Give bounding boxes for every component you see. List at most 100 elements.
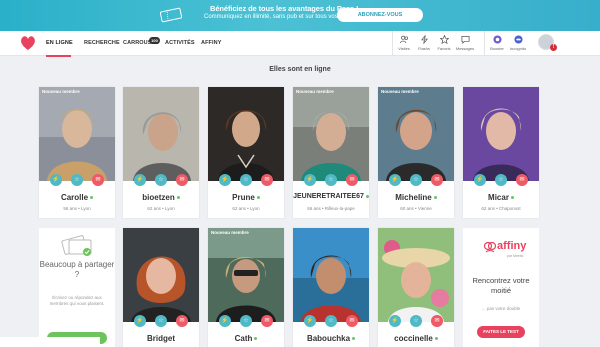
profile-photo[interactable] [378, 228, 454, 322]
online-indicator [434, 337, 438, 341]
profile-card[interactable]: Nouveau membre ⚡ ☆ ✉ Cath [208, 228, 284, 347]
flash-button[interactable]: ⚡ [304, 315, 316, 327]
flash-button[interactable]: ⚡ [304, 174, 316, 186]
flash-button[interactable]: ⚡ [134, 174, 146, 186]
flash-icon [420, 35, 428, 44]
flash-button[interactable]: ⚡ [389, 174, 401, 186]
favorite-button[interactable]: ☆ [410, 174, 422, 186]
toolbar-flashes[interactable]: Flashs [416, 34, 432, 54]
affiny-subtitle: ... pas votre double [481, 306, 521, 311]
online-indicator [352, 337, 356, 341]
favorite-button[interactable]: ☆ [240, 174, 252, 186]
affiny-test-button[interactable]: FAITES LE TEST [477, 326, 525, 338]
banner-subtitle: Communiquez en illimité, sans pub et sur… [204, 14, 360, 20]
favorite-button[interactable]: ☆ [495, 174, 507, 186]
profile-card[interactable]: Nouveau membre ⚡ ☆ ✉ JEUNERETRAITEE67 66 a… [293, 87, 369, 218]
profile-card[interactable]: ⚡ ☆ ✉ bioetzen 62 ans • Lyon [123, 87, 199, 218]
toolbar-messages[interactable]: Messages [456, 34, 474, 54]
profile-card[interactable]: Nouveau membre ⚡ ☆ ✉ Carolle 56 ans • Lyon [39, 87, 115, 218]
profile-name: Cath [208, 334, 284, 343]
tickets-icon [61, 235, 92, 256]
profile-info: 66 ans • Rilleux-la-pape [307, 206, 355, 211]
favorite-button[interactable]: ☆ [325, 315, 337, 327]
profile-photo[interactable] [39, 87, 115, 181]
nav-search[interactable]: RECHERCHE [84, 40, 120, 46]
top-navigation: EN LIGNE RECHERCHE CARROUSEL 100 ACTIVIT… [0, 31, 600, 57]
online-indicator [433, 196, 437, 200]
affiny-logo-text: affiny [497, 240, 527, 252]
nav-online[interactable]: EN LIGNE [46, 40, 73, 46]
online-indicator [90, 196, 94, 200]
profile-name: JEUNERETRAITEE67 [293, 193, 369, 200]
profile-info: 60 ans • Vienne [400, 206, 432, 211]
toolbar-favorites[interactable]: Favoris [436, 34, 452, 54]
online-indicator [256, 196, 260, 200]
profile-name: Carolle [39, 193, 115, 202]
favorite-button[interactable]: ☆ [240, 315, 252, 327]
online-indicator [510, 196, 514, 200]
favorite-button[interactable]: ☆ [410, 315, 422, 327]
profile-card[interactable]: Nouveau membre ⚡ ☆ ✉ Micheline 60 ans • Vi… [378, 87, 454, 218]
flash-button[interactable]: ⚡ [134, 315, 146, 327]
profile-card[interactable]: ⚡ ☆ ✉ Micar 62 ans • Chaponost [463, 87, 539, 218]
profile-photo[interactable] [208, 228, 284, 322]
profile-name: coccinelle [378, 334, 454, 343]
profile-photo[interactable] [123, 228, 199, 322]
favorite-button[interactable]: ☆ [325, 174, 337, 186]
message-button[interactable]: ✉ [176, 174, 188, 186]
toolbar-visits[interactable]: Visites [396, 34, 412, 54]
online-indicator [365, 194, 369, 198]
profile-info: 56 ans • Lyon [63, 206, 91, 211]
flash-button[interactable]: ⚡ [474, 174, 486, 186]
message-button[interactable]: ✉ [346, 174, 358, 186]
toolbar-divider [484, 31, 485, 56]
message-button[interactable]: ✉ [261, 174, 273, 186]
profile-photo[interactable] [208, 87, 284, 181]
nav-affiny[interactable]: AFFINY [201, 40, 221, 46]
message-button[interactable]: ✉ [176, 315, 188, 327]
message-button[interactable]: ✉ [92, 174, 104, 186]
favorite-button[interactable]: ☆ [155, 174, 167, 186]
section-heading: Elles sont en ligne [269, 66, 331, 73]
new-member-label: Nouveau membre [42, 89, 80, 94]
logo-heart-icon[interactable] [20, 35, 36, 51]
share-promo-subtitle: Écrivez ou répondez aux membres qui vous… [49, 295, 105, 306]
profile-name: Micheline [378, 193, 454, 202]
message-button[interactable]: ✉ [431, 174, 443, 186]
profile-card[interactable]: ⚡ ☆ ✉ Bridget [123, 228, 199, 347]
profile-card[interactable]: ⚡ ☆ ✉ coccinelle [378, 228, 454, 347]
message-button[interactable]: ✉ [431, 315, 443, 327]
profile-name: bioetzen [123, 193, 199, 202]
toolbar-incognito[interactable]: Incognito [510, 34, 526, 54]
message-button[interactable]: ✉ [346, 315, 358, 327]
favorite-button[interactable]: ☆ [155, 315, 167, 327]
flash-button[interactable]: ⚡ [50, 174, 62, 186]
profile-card[interactable]: ⚡ ☆ ✉ Prune 62 ans • Lyon [208, 87, 284, 218]
nav-active-indicator [46, 55, 71, 57]
profile-photo[interactable] [378, 87, 454, 181]
profile-name: Bridget [147, 334, 175, 343]
subscribe-button[interactable]: ABONNEZ-VOUS [337, 8, 423, 22]
horizontal-scrollbar[interactable] [0, 337, 100, 347]
toolbar-booster[interactable]: Booster [489, 34, 505, 54]
profile-photo[interactable] [293, 87, 369, 181]
nav-activities[interactable]: ACTIVITÉS [165, 40, 195, 46]
visits-icon [399, 35, 408, 44]
flash-button[interactable]: ⚡ [219, 174, 231, 186]
message-button[interactable]: ✉ [516, 174, 528, 186]
profile-info: 62 ans • Lyon [232, 206, 260, 211]
flash-button[interactable]: ⚡ [389, 315, 401, 327]
profile-card[interactable]: ⚡ ☆ ✉ Babouchka [293, 228, 369, 347]
alert-badge: ! [550, 44, 557, 51]
banner-title: Bénéficiez de tous les avantages du Pass… [210, 4, 359, 13]
profile-photo[interactable] [293, 228, 369, 322]
flash-button[interactable]: ⚡ [219, 315, 231, 327]
promo-banner: Bénéficiez de tous les avantages du Pass… [0, 0, 600, 31]
profile-photo[interactable] [463, 87, 539, 181]
profile-photo[interactable] [123, 87, 199, 181]
affiny-title: Rencontrez votre moitié [472, 276, 530, 295]
message-button[interactable]: ✉ [261, 315, 273, 327]
favorite-button[interactable]: ☆ [71, 174, 83, 186]
message-icon [461, 35, 469, 44]
affiny-promo-card: affiny par Meetic Rencontrez votre moiti… [463, 228, 539, 347]
